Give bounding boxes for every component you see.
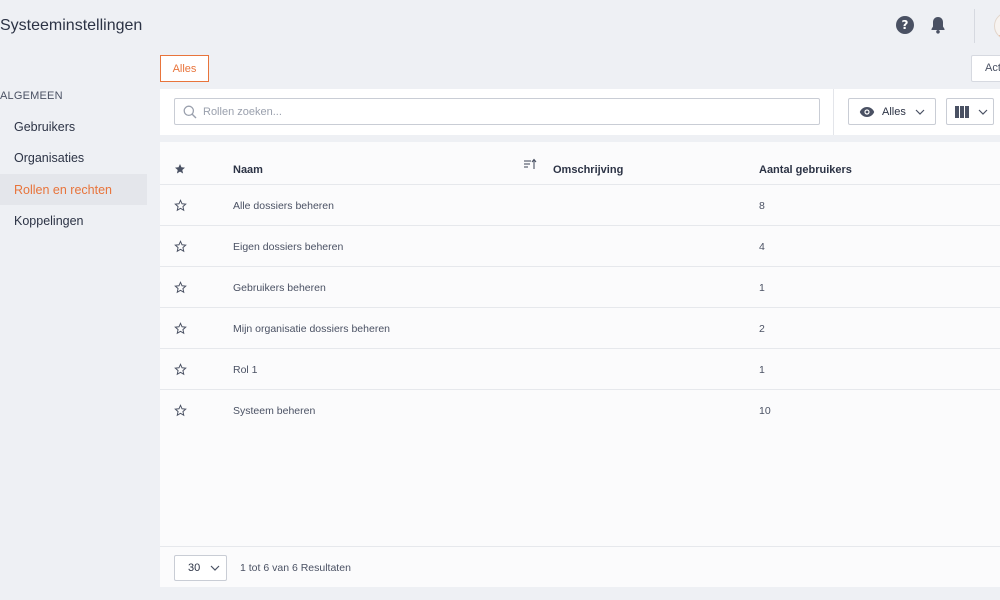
- role-name: Rol 1: [233, 364, 258, 376]
- table-header: Naam Omschrijving Aantal gebruikers: [160, 142, 1000, 185]
- star-outline-icon[interactable]: [174, 404, 187, 417]
- user-count: 1: [759, 282, 765, 294]
- user-count: 10: [759, 405, 771, 417]
- user-count: 8: [759, 200, 765, 212]
- table-row[interactable]: Rol 1 1: [160, 349, 1000, 390]
- table-row[interactable]: Mijn organisatie dossiers beheren 2: [160, 308, 1000, 349]
- chevron-down-icon: [915, 109, 925, 115]
- column-header-aantal-gebruikers[interactable]: Aantal gebruikers: [759, 164, 852, 176]
- results-summary: 1 tot 6 van 6 Resultaten: [240, 562, 351, 574]
- sort-ascending-icon[interactable]: [523, 157, 537, 171]
- visibility-filter-dropdown[interactable]: Alles: [848, 98, 936, 125]
- search-box[interactable]: [174, 98, 820, 125]
- sidebar-item-koppelingen[interactable]: Koppelingen: [0, 205, 147, 236]
- avatar[interactable]: [994, 12, 1000, 40]
- table-row[interactable]: Gebruikers beheren 1: [160, 267, 1000, 308]
- actions-button[interactable]: Act: [971, 55, 1000, 82]
- filter-label: Alles: [882, 105, 906, 118]
- sidebar-item-label: Gebruikers: [14, 119, 76, 134]
- star-outline-icon[interactable]: [174, 281, 187, 294]
- page-size-select[interactable]: 30: [174, 555, 227, 581]
- column-header-omschrijving[interactable]: Omschrijving: [553, 164, 623, 176]
- star-outline-icon[interactable]: [174, 240, 187, 253]
- column-header-naam[interactable]: Naam: [233, 164, 263, 176]
- eye-icon: [859, 106, 875, 118]
- sidebar-item-label: Koppelingen: [14, 213, 84, 228]
- table-footer: 30 1 tot 6 van 6 Resultaten: [160, 546, 1000, 587]
- page-title: Systeeminstellingen: [0, 17, 143, 34]
- chevron-down-icon: [978, 109, 988, 115]
- user-count: 2: [759, 323, 765, 335]
- header-divider: [974, 9, 975, 43]
- table-row[interactable]: Systeem beheren 10: [160, 390, 1000, 431]
- columns-dropdown[interactable]: [946, 98, 994, 125]
- page-size-value: 30: [188, 562, 201, 574]
- sidebar-item-label: Organisaties: [14, 150, 85, 165]
- sidebar-item-gebruikers[interactable]: Gebruikers: [0, 111, 147, 142]
- role-name: Eigen dossiers beheren: [233, 241, 344, 253]
- star-outline-icon[interactable]: [174, 199, 187, 212]
- toolbar-divider: [833, 89, 834, 135]
- role-name: Mijn organisatie dossiers beheren: [233, 323, 391, 335]
- sidebar-heading: ALGEMEEN: [0, 90, 63, 102]
- table-row[interactable]: Alle dossiers beheren 8: [160, 185, 1000, 226]
- role-name: Gebruikers beheren: [233, 282, 326, 294]
- sidebar-item-label: Rollen en rechten: [14, 182, 112, 197]
- sidebar-item-rollen-en-rechten[interactable]: Rollen en rechten: [0, 174, 147, 205]
- columns-icon: [955, 105, 969, 118]
- search-toolbar: Alles: [160, 89, 1000, 135]
- role-name: Alle dossiers beheren: [233, 200, 334, 212]
- tab-alles[interactable]: Alles: [160, 55, 209, 82]
- sidebar-item-organisaties[interactable]: Organisaties: [0, 142, 147, 173]
- bell-icon[interactable]: [929, 16, 947, 34]
- star-outline-icon[interactable]: [174, 322, 187, 335]
- search-icon: [183, 105, 197, 119]
- star-filled-icon[interactable]: [174, 163, 186, 175]
- roles-table: Naam Omschrijving Aantal gebruikers Alle…: [160, 142, 1000, 587]
- chevron-down-icon: [210, 565, 220, 571]
- help-icon[interactable]: ?: [896, 16, 914, 34]
- user-count: 4: [759, 241, 765, 253]
- user-count: 1: [759, 364, 765, 376]
- table-row[interactable]: Eigen dossiers beheren 4: [160, 226, 1000, 267]
- role-name: Systeem beheren: [233, 405, 316, 417]
- search-input[interactable]: [203, 105, 819, 118]
- star-outline-icon[interactable]: [174, 363, 187, 376]
